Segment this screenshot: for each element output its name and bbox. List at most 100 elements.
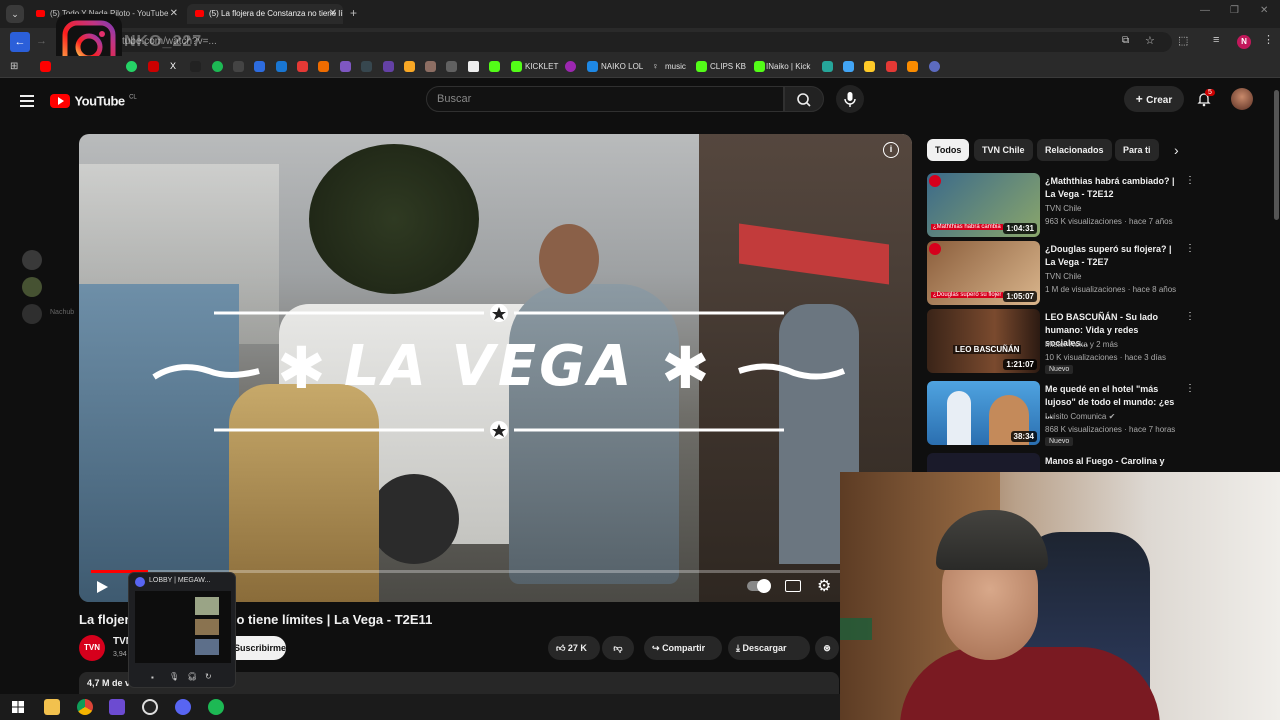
profile-avatar[interactable]: N <box>1237 35 1251 49</box>
bookmark-naiko-kick[interactable]: INaiko | Kick <box>766 60 810 74</box>
tab-search-button[interactable]: ⌄ <box>6 5 24 23</box>
app-purple-icon[interactable] <box>109 699 125 715</box>
play-button[interactable] <box>95 580 109 599</box>
music-bookmark-icon[interactable]: ♀ <box>652 61 663 72</box>
video-player[interactable]: ✱ LA VEGA ✱ i ⚙ <box>79 134 912 602</box>
mic-icon[interactable]: 🎙︎ <box>169 672 179 681</box>
green-bookmark-icon[interactable] <box>489 61 500 72</box>
more-options-icon[interactable]: ⋮ <box>1185 311 1195 322</box>
apps-grid-icon[interactable]: ⊞ <box>10 61 21 72</box>
chip-relacionados[interactable]: Relacionados <box>1037 139 1112 161</box>
x-bookmark-icon[interactable]: X <box>170 61 181 72</box>
browser-tab-2-active[interactable]: (5) La flojera de Constanza no tiene lím… <box>187 4 343 24</box>
chip-tvn-chile[interactable]: TVN Chile <box>974 139 1033 161</box>
more-options-icon[interactable]: ⋮ <box>1185 175 1195 186</box>
teal-bookmark-icon[interactable] <box>822 61 833 72</box>
orange-bookmark-icon[interactable] <box>318 61 329 72</box>
bars-bookmark-icon[interactable] <box>843 61 854 72</box>
chip-para-ti[interactable]: Para ti <box>1115 139 1159 161</box>
youtube-bookmark-icon[interactable] <box>148 61 159 72</box>
new-tab-icon[interactable]: + <box>350 6 357 20</box>
bookmark-naiko-lol[interactable]: NAIKO LOL <box>601 60 643 74</box>
spotify-bookmark-icon[interactable] <box>212 61 223 72</box>
browser-menu-icon[interactable]: ⋮ <box>1263 33 1274 46</box>
ch-bookmark-icon[interactable] <box>254 61 265 72</box>
twitch-bookmark-icon[interactable] <box>383 61 394 72</box>
grey-bookmark-icon[interactable] <box>446 61 457 72</box>
minimize-icon[interactable]: — <box>1200 5 1210 16</box>
search-input[interactable]: Buscar <box>426 86 784 112</box>
discord-popup[interactable]: LOBBY | MEGAW... ▪ 🎙︎ 🎧︎ ↻ <box>128 572 236 688</box>
kick-bookmark-icon[interactable] <box>754 61 765 72</box>
channel-avatar[interactable]: TVN <box>79 635 105 661</box>
discord-taskbar-icon[interactable] <box>175 699 191 715</box>
windows-start-icon[interactable] <box>12 700 24 713</box>
whatsapp-bookmark-icon[interactable] <box>126 61 137 72</box>
bookmark-clips-kb[interactable]: CLIPS KB <box>710 60 746 74</box>
yellow-bookmark-icon[interactable] <box>404 61 415 72</box>
youtube-bookmark-icon[interactable] <box>40 61 51 72</box>
extensions-icon[interactable]: ⬚ <box>1178 34 1188 47</box>
search-bookmark-icon[interactable] <box>361 61 372 72</box>
youtube-logo[interactable]: YouTube CL <box>50 92 137 108</box>
recommendation-item[interactable]: ¿Maththias habrá cambia 1:04:31 ¿Maththi… <box>927 173 1195 237</box>
red2-bookmark-icon[interactable] <box>886 61 897 72</box>
create-button[interactable]: + Crear <box>1124 86 1184 112</box>
chrome-icon[interactable] <box>77 699 93 715</box>
close-window-icon[interactable]: ✕ <box>1260 5 1268 16</box>
media-control-icon[interactable]: ≡ <box>1213 34 1219 46</box>
sync-bookmark-icon[interactable] <box>929 61 940 72</box>
info-icon[interactable]: i <box>883 142 899 158</box>
obs-icon[interactable] <box>142 699 158 715</box>
bookmark-star-icon[interactable]: ☆ <box>1145 34 1155 47</box>
chevron-right-icon[interactable]: › <box>1174 142 1179 158</box>
close-tab-icon[interactable]: ✕ <box>170 4 178 24</box>
subtitles-icon[interactable] <box>785 580 801 592</box>
voice-search-button[interactable] <box>836 85 864 113</box>
recommendation-item[interactable]: Manos al Fuego - Carolina y ⋮ <box>927 453 1187 472</box>
more-options-icon[interactable]: ⋮ <box>1185 243 1195 254</box>
chip-todos[interactable]: Todos <box>927 139 970 161</box>
recommendation-item[interactable]: ¿Douglas superó su flojer 1:05:07 ¿Dougl… <box>927 241 1195 305</box>
kick-bookmark-icon[interactable] <box>511 61 522 72</box>
s-bookmark-icon[interactable] <box>233 61 244 72</box>
bookmark-music[interactable]: music <box>665 60 686 74</box>
recommendation-item[interactable]: LEO BASCUÑÁN 1:21:07 LEO BASCUÑÁN - Su l… <box>927 309 1195 374</box>
search-button[interactable] <box>784 86 824 112</box>
thanks-button[interactable]: ⊛ <box>815 636 839 660</box>
more-options-icon[interactable]: ⋮ <box>1185 455 1187 466</box>
u-bookmark-icon[interactable] <box>907 61 918 72</box>
address-bar[interactable]: tube.com/watch?v=... <box>112 32 1172 52</box>
blue-bookmark-icon[interactable] <box>276 61 287 72</box>
purple-bookmark-icon[interactable] <box>340 61 351 72</box>
menu-icon[interactable] <box>20 92 34 110</box>
file-explorer-icon[interactable] <box>44 699 60 715</box>
back-icon[interactable]: ← <box>10 32 30 52</box>
headphones-icon[interactable]: 🎧︎ <box>187 672 197 681</box>
install-app-icon[interactable]: ⧉ <box>1122 35 1129 46</box>
bookmark-kicklet[interactable]: KICKLET <box>525 60 558 74</box>
settings-gear-icon[interactable]: ⚙ <box>817 576 831 596</box>
image-bookmark-icon[interactable] <box>864 61 875 72</box>
cat-bookmark-icon[interactable] <box>425 61 436 72</box>
close-tab-icon[interactable]: ✕ <box>329 4 337 24</box>
diamond-bookmark-icon[interactable] <box>468 61 479 72</box>
disconnect-icon[interactable]: ↻ <box>205 672 212 681</box>
share-button[interactable]: ↪ Compartir <box>644 636 722 660</box>
like-button[interactable]: 👍︎ 27 K <box>548 636 600 660</box>
dislike-button[interactable]: 👎︎ <box>602 636 634 660</box>
notifications-button[interactable]: 5 <box>1196 89 1215 112</box>
forward-icon[interactable]: → <box>36 35 47 47</box>
red-bookmark-icon[interactable] <box>297 61 308 72</box>
camera-icon[interactable]: ▪ <box>151 673 154 682</box>
spotify-taskbar-icon[interactable] <box>208 699 224 715</box>
autoplay-toggle[interactable] <box>747 579 771 593</box>
page-scrollbar[interactable] <box>1274 90 1279 220</box>
tiktok-bookmark-icon[interactable] <box>190 61 201 72</box>
download-button[interactable]: ⤓ Descargar <box>728 636 810 660</box>
more-options-icon[interactable]: ⋮ <box>1185 383 1195 394</box>
purple-circle-bookmark-icon[interactable] <box>565 61 576 72</box>
naiko-bookmark-icon[interactable] <box>587 61 598 72</box>
maximize-icon[interactable]: ❐ <box>1230 5 1239 16</box>
account-avatar[interactable] <box>1231 88 1253 110</box>
